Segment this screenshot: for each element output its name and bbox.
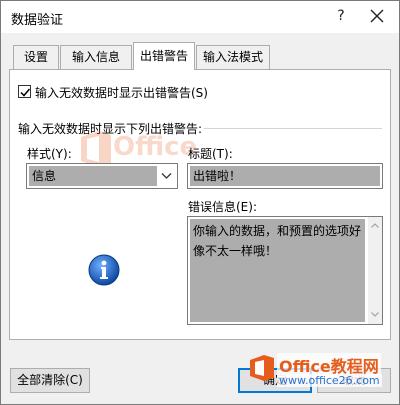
close-icon (370, 9, 384, 23)
tab-settings[interactable]: 设置 (13, 45, 59, 69)
error-message-label: 错误信息(E): (188, 200, 257, 214)
error-message-value: 你输入的数据，和预置的选项好像不太一样哦！ (190, 219, 365, 322)
alert-title-value: 出错啦！ (190, 166, 380, 186)
close-button[interactable] (365, 5, 389, 27)
chevron-down-icon (161, 173, 172, 179)
title-bar: 数据验证 ? (1, 1, 399, 33)
brand-watermark-url: www.office26.com (277, 374, 382, 387)
alert-title-label: 标题(T): (188, 147, 233, 161)
office-watermark-text: Office (113, 132, 198, 162)
section-divider (204, 128, 382, 129)
scroll-down-icon[interactable] (371, 312, 379, 317)
data-validation-dialog: 数据验证 ? 设置 输入信息 出错警告 输入法模式 输入无效数据时显示出错警告(… (0, 0, 400, 405)
style-dropdown[interactable]: 信息 (26, 163, 178, 189)
error-message-scrollbar[interactable] (368, 217, 382, 324)
style-selected-value: 信息 (29, 166, 157, 186)
info-icon (88, 254, 120, 286)
tab-ime-mode[interactable]: 输入法模式 (196, 45, 270, 69)
alert-title-input[interactable]: 出错啦！ (187, 163, 383, 189)
show-error-alert-checkbox[interactable] (18, 85, 31, 98)
tab-input-message[interactable]: 输入信息 (60, 45, 132, 69)
clear-all-button[interactable]: 全部清除(C) (10, 368, 90, 393)
style-label: 样式(Y): (27, 147, 72, 161)
checkmark-icon (20, 88, 31, 97)
dialog-title: 数据验证 (11, 13, 64, 28)
help-button[interactable]: ? (330, 5, 352, 27)
tab-error-alert[interactable]: 出错警告 (133, 42, 195, 70)
show-error-alert-label[interactable]: 输入无效数据时显示出错警告(S) (35, 84, 208, 101)
scroll-up-icon[interactable] (371, 223, 379, 228)
error-message-textarea[interactable]: 你输入的数据，和预置的选项好像不太一样哦！ (187, 216, 383, 325)
office-logo-watermark-bottom (250, 355, 274, 381)
